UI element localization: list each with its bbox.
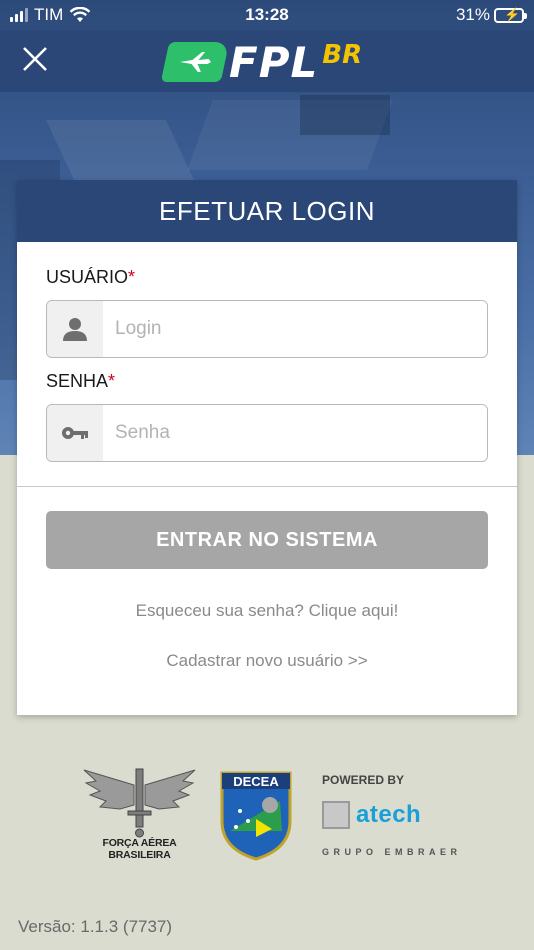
- grupo-embraer-label: GRUPO EMBRAER: [322, 847, 462, 857]
- required-mark: *: [108, 371, 116, 391]
- atech-wordmark: atech: [356, 801, 422, 828]
- key-icon: [47, 405, 103, 461]
- divider: [17, 486, 517, 487]
- clock: 13:28: [245, 5, 289, 24]
- decea-label: DECEA: [233, 774, 279, 789]
- login-card: EFETUAR LOGIN USUÁRIO* SENHA* ENTRAR N: [17, 180, 517, 715]
- partner-logos: FORÇA AÉREA BRASILEIRA DECEA POWERED BY …: [0, 765, 534, 865]
- atech-logo: POWERED BY atech GRUPO EMBRAER: [322, 773, 472, 863]
- register-link[interactable]: Cadastrar novo usuário >>: [17, 651, 517, 671]
- login-submit-button[interactable]: ENTRAR NO SISTEMA: [46, 511, 488, 569]
- user-label: USUÁRIO*: [46, 267, 136, 287]
- decea-shield-icon: DECEA: [220, 771, 292, 861]
- fab-caption: FORÇA AÉREA BRASILEIRA: [102, 837, 177, 861]
- top-navbar: FPL BR: [0, 30, 534, 92]
- logo-suffix: BR: [322, 40, 363, 70]
- eagle-wings-icon: [83, 768, 196, 838]
- user-field[interactable]: [46, 300, 488, 358]
- login-title: EFETUAR LOGIN: [17, 180, 517, 242]
- password-input[interactable]: [103, 405, 487, 461]
- login-input[interactable]: [103, 301, 487, 357]
- close-icon[interactable]: [20, 44, 50, 74]
- logo-text: FPL: [229, 37, 319, 87]
- status-bar: TIM 13:28 31% ⚡: [0, 0, 534, 30]
- powered-by-label: POWERED BY: [322, 773, 405, 787]
- battery-percent: 31%: [455, 5, 490, 24]
- airplane-icon: [160, 42, 230, 82]
- battery-icon: ⚡: [494, 7, 527, 23]
- user-icon: [47, 301, 103, 357]
- atech-mark-icon: [322, 801, 350, 829]
- password-label: SENHA*: [46, 371, 116, 391]
- password-field[interactable]: [46, 404, 488, 462]
- app-version: Versão: 1.1.3 (7737): [18, 917, 173, 936]
- fab-logo: FORÇA AÉREA BRASILEIRA: [72, 765, 207, 865]
- fplbr-logo: FPL BR: [160, 37, 363, 87]
- required-mark: *: [128, 267, 136, 287]
- forgot-password-link[interactable]: Esqueceu sua senha? Clique aqui!: [17, 601, 517, 621]
